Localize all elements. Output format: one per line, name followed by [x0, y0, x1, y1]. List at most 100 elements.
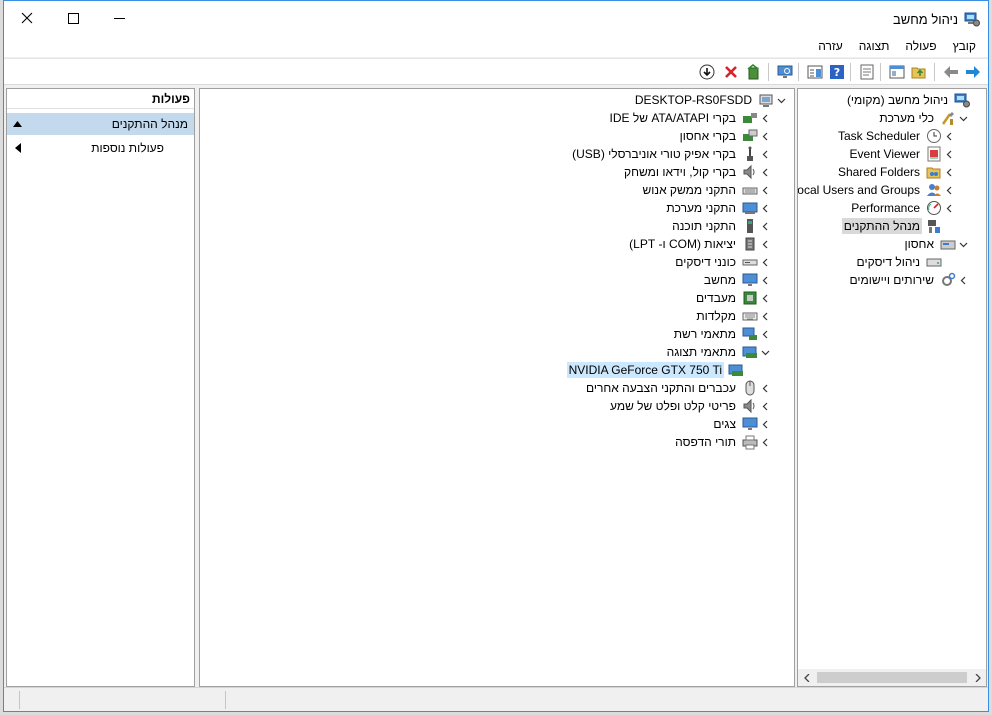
scroll-right-button[interactable]	[969, 669, 986, 686]
console-tree-item-3[interactable]: Event Viewer	[848, 145, 956, 163]
help-button[interactable]: ?	[828, 63, 846, 81]
update-driver-button[interactable]	[698, 63, 716, 81]
action-more-actions[interactable]: פעולות נוספות	[7, 137, 194, 159]
device-tree-item-14[interactable]: NVIDIA GeForce GTX 750 Ti	[566, 361, 758, 379]
console-tree-item-8[interactable]: אחסון	[902, 235, 970, 253]
action-more-actions-label: פעולות נוספות	[91, 141, 164, 155]
action-device-manager[interactable]: מנהל ההתקנים	[7, 113, 194, 135]
chevron-left-icon[interactable]	[956, 271, 970, 289]
device-tree-item-2[interactable]: בקרי אפיק טורי אוניברסלי (USB)	[570, 145, 772, 163]
device-tree-item-1[interactable]: בקרי אחסון	[678, 127, 772, 145]
action-device-manager-label: מנהל ההתקנים	[111, 117, 188, 131]
menu-action[interactable]: פעולה	[897, 37, 944, 55]
submenu-arrow-icon	[15, 143, 21, 153]
device-tree-pane[interactable]: DESKTOP-RS0FSDD בקרי ATA/ATAPI של IDE בקר…	[199, 88, 795, 687]
properties-button[interactable]	[858, 63, 876, 81]
device-tree-item-15[interactable]: עכברים והתקני הצבעה אחרים	[584, 379, 772, 397]
console-tree-item-label: Event Viewer	[849, 147, 920, 161]
minimize-button[interactable]	[96, 1, 142, 35]
console-tree-item-2[interactable]: Task Scheduler	[836, 127, 956, 145]
chevron-left-icon[interactable]	[758, 415, 772, 433]
chevron-left-icon	[803, 673, 809, 682]
chevron-left-icon[interactable]	[758, 433, 772, 451]
monitor-icon	[742, 273, 758, 286]
view-button[interactable]	[806, 63, 824, 81]
uninstall-button[interactable]	[722, 63, 740, 81]
chevron-down-icon[interactable]	[956, 109, 970, 127]
device-tree-item-4[interactable]: התקני ממשק אנוש	[641, 181, 772, 199]
actions-pane: פעולות מנהל ההתקנים פעולות נוספות	[6, 88, 195, 687]
device-tree-root[interactable]: DESKTOP-RS0FSDD	[633, 91, 788, 109]
up-folder-button[interactable]	[910, 63, 928, 81]
chevron-left-icon[interactable]	[758, 199, 772, 217]
console-tree-item-label: כלי מערכת	[879, 111, 934, 125]
chevron-left-icon[interactable]	[758, 271, 772, 289]
chevron-left-icon[interactable]	[758, 253, 772, 271]
device-tree-item-label: מעבדים	[696, 291, 736, 305]
device-tree-item-5[interactable]: התקני מערכת	[664, 199, 772, 217]
scan-hardware-button[interactable]	[776, 63, 794, 81]
chevron-left-icon[interactable]	[758, 127, 772, 145]
console-tree-pane[interactable]: ניהול מחשב (מקומי) כלי מערכת Task Schedule…	[797, 88, 987, 687]
device-tree-item-9[interactable]: מחשב	[702, 271, 772, 289]
close-button[interactable]	[4, 1, 50, 35]
chevron-left-icon[interactable]	[942, 127, 956, 145]
scroll-thumb[interactable]	[817, 672, 967, 683]
chevron-left-icon[interactable]	[758, 145, 772, 163]
device-tree-item-16[interactable]: פריטי קלט ופלט של שמע	[608, 397, 772, 415]
help-icon: ?	[830, 65, 844, 79]
menu-help[interactable]: עזרה	[810, 37, 851, 55]
enable-driver-button[interactable]	[744, 63, 762, 81]
device-tree-item-6[interactable]: התקני תוכנה	[670, 217, 772, 235]
device-tree-item-3[interactable]: בקרי קול, וידאו ומשחק	[622, 163, 772, 181]
device-tree-item-13[interactable]: מתאמי תצוגה	[665, 343, 772, 361]
device-tree-item-8[interactable]: כונני דיסקים	[673, 253, 772, 271]
console-tree-item-10[interactable]: שירותים ויישומים	[847, 271, 970, 289]
back-button[interactable]	[942, 63, 960, 81]
chevron-left-icon[interactable]	[758, 109, 772, 127]
chevron-left-icon[interactable]	[758, 397, 772, 415]
chevron-left-icon[interactable]	[942, 163, 956, 181]
menu-file[interactable]: קובץ	[945, 37, 984, 55]
up-folder-icon	[911, 67, 926, 79]
scroll-left-button[interactable]	[798, 669, 815, 686]
forward-button[interactable]	[964, 63, 982, 81]
device-tree-item-10[interactable]: מעבדים	[694, 289, 772, 307]
device-tree-item-11[interactable]: מקלדות	[694, 307, 772, 325]
chevron-left-icon[interactable]	[758, 289, 772, 307]
console-tree-item-5[interactable]: Local Users and Groups	[798, 181, 956, 199]
chevron-down-icon[interactable]	[758, 343, 772, 361]
console-tree-item-1[interactable]: כלי מערכת	[877, 109, 970, 127]
collapse-up-icon[interactable]	[13, 120, 22, 128]
chevron-left-icon[interactable]	[758, 181, 772, 199]
show-hide-tree-button[interactable]	[888, 63, 906, 81]
console-tree-item-0[interactable]: ניהול מחשב (מקומי)	[845, 91, 984, 109]
device-tree-item-0[interactable]: בקרי ATA/ATAPI של IDE	[608, 109, 773, 127]
chevron-left-icon[interactable]	[942, 145, 956, 163]
menu-view[interactable]: תצוגה	[851, 37, 898, 55]
chevron-left-icon[interactable]	[942, 199, 956, 217]
disk-drive-icon	[742, 259, 758, 266]
console-tree-item-4[interactable]: Shared Folders	[836, 163, 956, 181]
chevron-left-icon[interactable]	[942, 181, 956, 199]
chevron-left-icon[interactable]	[758, 217, 772, 235]
device-tree-item-7[interactable]: יציאות (COM ו- LPT)	[627, 235, 772, 253]
device-tree-item-18[interactable]: תורי הדפסה	[673, 433, 772, 451]
chevron-left-icon[interactable]	[758, 379, 772, 397]
chevron-left-icon[interactable]	[758, 235, 772, 253]
title-bar[interactable]: ניהול מחשב	[4, 1, 988, 35]
console-tree-item-6[interactable]: Performance	[849, 199, 956, 217]
device-tree-item-12[interactable]: מתאמי רשת	[672, 325, 772, 343]
maximize-button[interactable]	[50, 1, 96, 35]
chevron-left-icon[interactable]	[758, 325, 772, 343]
horizontal-scrollbar[interactable]	[798, 669, 986, 686]
chevron-left-icon[interactable]	[758, 307, 772, 325]
console-tree-item-7[interactable]: מנהל ההתקנים	[841, 217, 956, 235]
minimize-icon	[113, 17, 125, 19]
chevron-down-icon[interactable]	[774, 91, 788, 109]
device-tree-item-label: התקני מערכת	[666, 201, 736, 215]
chevron-left-icon[interactable]	[758, 163, 772, 181]
device-tree-item-17[interactable]: צגים	[711, 415, 772, 433]
console-tree-item-9[interactable]: ניהול דיסקים	[855, 253, 956, 271]
chevron-down-icon[interactable]	[956, 235, 970, 253]
